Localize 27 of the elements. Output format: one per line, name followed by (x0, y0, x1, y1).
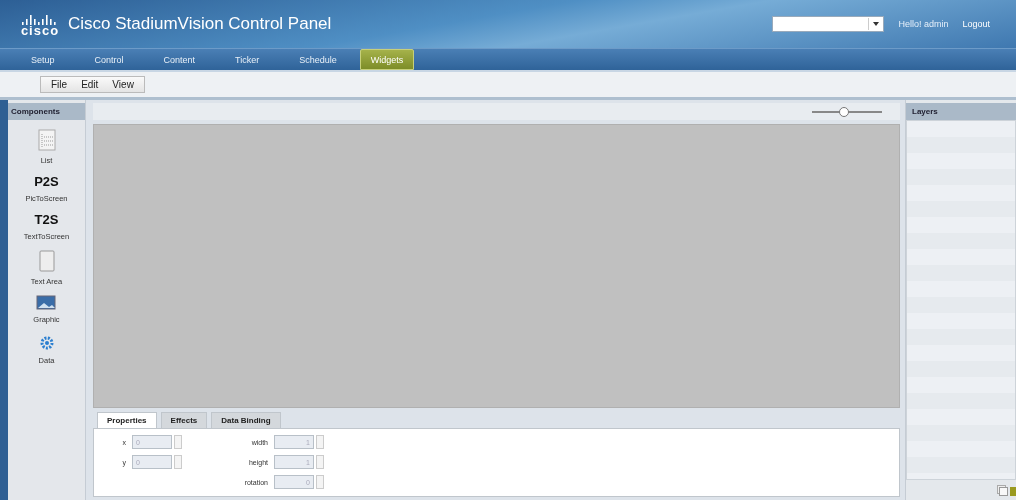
nav-tab[interactable]: Content (146, 49, 213, 70)
nav-tab[interactable]: Setup (14, 49, 72, 70)
slider-thumb[interactable] (838, 106, 849, 117)
component-glyph[interactable]: P2S (34, 174, 59, 189)
cisco-logo: cisco (20, 15, 60, 37)
menu-item[interactable]: View (112, 79, 134, 90)
nav-tab[interactable]: Ticker (218, 49, 277, 70)
properties-tab[interactable]: Effects (160, 412, 208, 428)
list-icon[interactable] (37, 129, 56, 151)
text-area-icon[interactable] (38, 250, 55, 272)
copy-icon[interactable] (997, 484, 1008, 496)
component-glyph[interactable]: T2S (34, 212, 59, 227)
venue-dropdown[interactable] (772, 16, 885, 32)
nav-tab[interactable]: Schedule (282, 49, 354, 70)
properties-tab[interactable]: Data Binding (211, 412, 281, 428)
properties-tab[interactable]: Properties (97, 412, 157, 428)
design-canvas[interactable] (93, 124, 900, 408)
nav-tab[interactable]: Widgets (359, 49, 415, 70)
picture-icon[interactable] (36, 295, 57, 310)
logout-link[interactable]: Logout (962, 19, 990, 29)
panel-header: Layers (906, 103, 1016, 120)
menu-item[interactable]: Edit (81, 79, 99, 90)
app-title: Cisco StadiumVision Control Panel (68, 14, 332, 34)
menu-item[interactable]: File (51, 79, 68, 90)
nav-tab[interactable]: Control (77, 49, 141, 70)
panel-header: Components (8, 103, 85, 120)
greeting: Hello! admin (898, 19, 949, 29)
